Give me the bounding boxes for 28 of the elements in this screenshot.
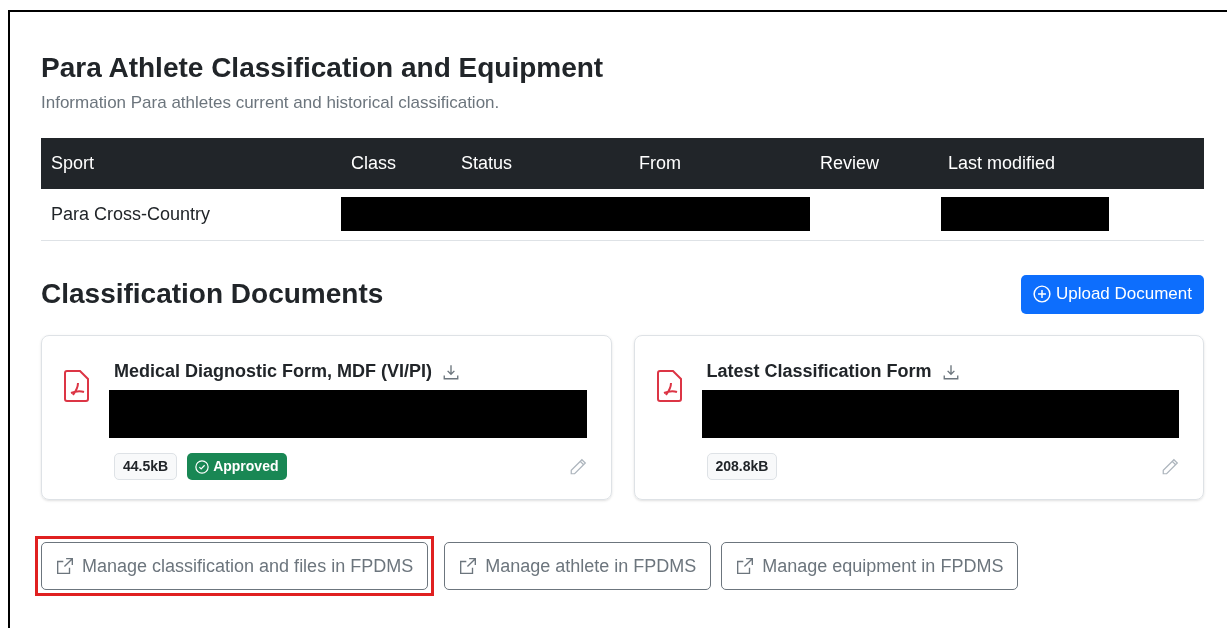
column-header: Class <box>351 152 396 173</box>
pdf-file-icon <box>656 370 683 402</box>
column-header: From <box>639 152 681 173</box>
document-title[interactable]: Latest Classification Form <box>706 358 932 385</box>
column-header: Last modified <box>948 152 1056 173</box>
status-badge: Approved <box>187 453 287 480</box>
download-icon[interactable] <box>941 362 960 381</box>
table-cell: Para Cross-Country <box>51 203 211 224</box>
external-link-icon <box>736 557 755 575</box>
fpdms-link-button[interactable]: Manage classification and files in FPDMS <box>41 542 429 590</box>
document-title[interactable]: Medical Diagnostic Form, MDF (VI/PI) <box>114 358 433 385</box>
file-size-badge: 44.5kB <box>114 453 178 480</box>
documents-heading: Classification Documents <box>41 277 384 311</box>
upload-document-button[interactable]: Upload Document <box>1020 274 1204 314</box>
fpdms-link-button[interactable]: Manage equipment in FPDMS <box>721 542 1019 590</box>
pdf-file-icon <box>64 370 90 402</box>
section-title: Para Athlete Classification and Equipment <box>41 51 604 85</box>
external-link-icon <box>56 557 74 575</box>
plus-circle-icon <box>1032 285 1051 303</box>
file-size-badge: 208.8kB <box>706 453 778 480</box>
column-header: Status <box>461 152 513 173</box>
section-subtitle: Information Para athletes current and historical classification. <box>41 92 500 114</box>
fpdms-link-button[interactable]: Manage athlete in FPDMS <box>444 542 712 590</box>
check-circle-icon <box>195 459 210 474</box>
column-header: Sport <box>51 152 95 173</box>
external-link-icon <box>459 557 478 575</box>
column-header: Review <box>820 152 880 173</box>
download-icon[interactable] <box>442 362 461 381</box>
